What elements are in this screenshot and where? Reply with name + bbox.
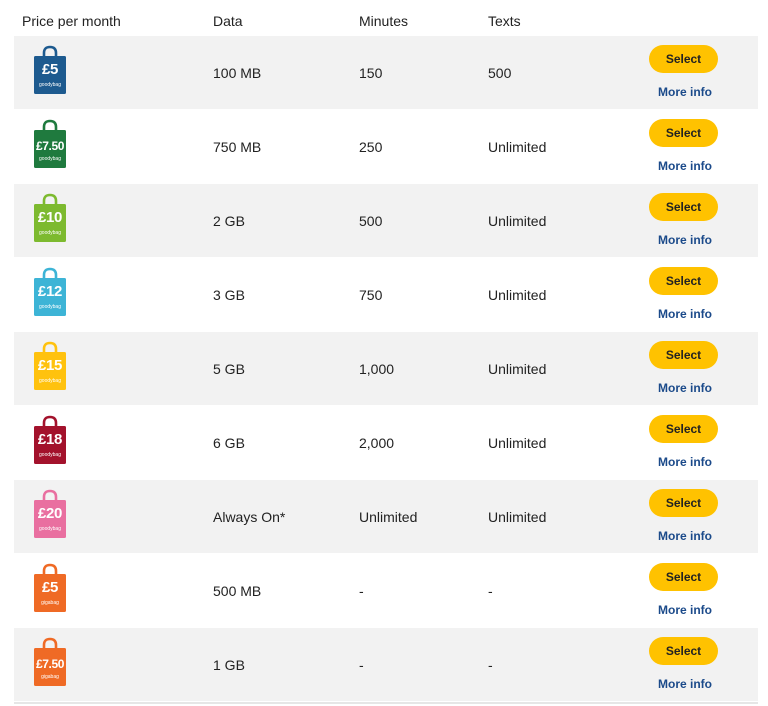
- table-bottom-border: [14, 702, 758, 704]
- table-row: £7.50 gigabag 1 GB - - Select More info: [14, 628, 758, 702]
- price-bag-icon: £7.50 goodybag: [32, 119, 68, 169]
- table-row: £18 goodybag 6 GB 2,000 Unlimited Select More …: [14, 406, 758, 480]
- select-button[interactable]: Select: [649, 489, 718, 517]
- select-button[interactable]: Select: [649, 563, 718, 591]
- price-bag-icon: £18 goodybag: [32, 415, 68, 465]
- cell-minutes: -: [359, 583, 364, 599]
- header-minutes: Minutes: [359, 13, 409, 29]
- price-bag-icon: £10 goodybag: [32, 193, 68, 243]
- table-header: Price per month Data Minutes Texts: [14, 0, 758, 36]
- cell-texts: 500: [488, 65, 512, 81]
- cell-data: 2 GB: [213, 213, 245, 229]
- cell-texts: Unlimited: [488, 361, 547, 377]
- bag-brand-label: goodybag: [39, 156, 61, 162]
- header-texts: Texts: [488, 13, 521, 29]
- cell-minutes: Unlimited: [359, 509, 418, 525]
- cell-minutes: 750: [359, 287, 383, 303]
- cell-texts: Unlimited: [488, 139, 547, 155]
- cell-texts: Unlimited: [488, 435, 547, 451]
- bag-price-label: £7.50: [35, 657, 65, 671]
- bag-brand-label: goodybag: [39, 526, 61, 532]
- cell-texts: -: [488, 657, 493, 673]
- cell-data: 5 GB: [213, 361, 245, 377]
- bag-price-label: £20: [37, 505, 63, 522]
- bag-brand-label: goodybag: [39, 304, 61, 310]
- cell-data: 100 MB: [213, 65, 262, 81]
- table-row: £5 gigabag 500 MB - - Select More info: [14, 554, 758, 628]
- cell-data: 500 MB: [213, 583, 262, 599]
- cell-minutes: 250: [359, 139, 383, 155]
- select-button[interactable]: Select: [649, 193, 718, 221]
- table-row: £15 goodybag 5 GB 1,000 Unlimited Select More …: [14, 332, 758, 406]
- cell-minutes: 500: [359, 213, 383, 229]
- bag-brand-label: gigabag: [41, 674, 59, 680]
- cell-minutes: 1,000: [359, 361, 395, 377]
- bag-brand-label: goodybag: [39, 230, 61, 236]
- price-bag-icon: £12 goodybag: [32, 267, 68, 317]
- cell-data: Always On*: [213, 509, 286, 525]
- plans-table: Price per month Data Minutes Texts £5 goo…: [14, 0, 758, 704]
- more-info-link[interactable]: More info: [658, 529, 712, 543]
- table-row: £7.50 goodybag 750 MB 250 Unlimited Select Mor…: [14, 110, 758, 184]
- table-row: £5 goodybag 100 MB 150 500 Select More info: [14, 36, 758, 110]
- bag-price-label: £18: [37, 431, 63, 448]
- bag-price-label: £5: [41, 61, 59, 78]
- table-row: £10 goodybag 2 GB 500 Unlimited Select More in…: [14, 184, 758, 258]
- table-row: £12 goodybag 3 GB 750 Unlimited Select More in…: [14, 258, 758, 332]
- more-info-link[interactable]: More info: [658, 307, 712, 321]
- price-bag-icon: £5 goodybag: [32, 45, 68, 95]
- bag-price-label: £15: [37, 357, 63, 374]
- select-button[interactable]: Select: [649, 267, 718, 295]
- select-button[interactable]: Select: [649, 45, 718, 73]
- more-info-link[interactable]: More info: [658, 677, 712, 691]
- price-bag-icon: £20 goodybag: [32, 489, 68, 539]
- header-price: Price per month: [22, 13, 121, 29]
- more-info-link[interactable]: More info: [658, 159, 712, 173]
- header-data: Data: [213, 13, 243, 29]
- cell-data: 6 GB: [213, 435, 245, 451]
- bag-brand-label: goodybag: [39, 452, 61, 458]
- cell-texts: Unlimited: [488, 287, 547, 303]
- cell-data: 750 MB: [213, 139, 262, 155]
- more-info-link[interactable]: More info: [658, 381, 712, 395]
- cell-minutes: 150: [359, 65, 383, 81]
- bag-price-label: £7.50: [35, 139, 65, 153]
- more-info-link[interactable]: More info: [658, 85, 712, 99]
- bag-brand-label: gigabag: [41, 600, 59, 606]
- table-row: £20 goodybag Always On* Unlimited Unlimited S…: [14, 480, 758, 554]
- select-button[interactable]: Select: [649, 341, 718, 369]
- bag-brand-label: goodybag: [39, 82, 61, 88]
- cell-data: 1 GB: [213, 657, 245, 673]
- cell-minutes: 2,000: [359, 435, 395, 451]
- select-button[interactable]: Select: [649, 415, 718, 443]
- more-info-link[interactable]: More info: [658, 455, 712, 469]
- bag-price-label: £5: [41, 579, 59, 596]
- plan-rows: £5 goodybag 100 MB 150 500 Select More info £7.…: [14, 36, 758, 702]
- price-bag-icon: £5 gigabag: [32, 563, 68, 613]
- cell-texts: Unlimited: [488, 509, 547, 525]
- bag-price-label: £12: [37, 283, 63, 300]
- price-bag-icon: £15 goodybag: [32, 341, 68, 391]
- cell-data: 3 GB: [213, 287, 245, 303]
- cell-texts: -: [488, 583, 493, 599]
- cell-texts: Unlimited: [488, 213, 547, 229]
- more-info-link[interactable]: More info: [658, 603, 712, 617]
- price-bag-icon: £7.50 gigabag: [32, 637, 68, 687]
- bag-price-label: £10: [37, 209, 63, 226]
- select-button[interactable]: Select: [649, 119, 718, 147]
- more-info-link[interactable]: More info: [658, 233, 712, 247]
- cell-minutes: -: [359, 657, 364, 673]
- bag-brand-label: goodybag: [39, 378, 61, 384]
- select-button[interactable]: Select: [649, 637, 718, 665]
